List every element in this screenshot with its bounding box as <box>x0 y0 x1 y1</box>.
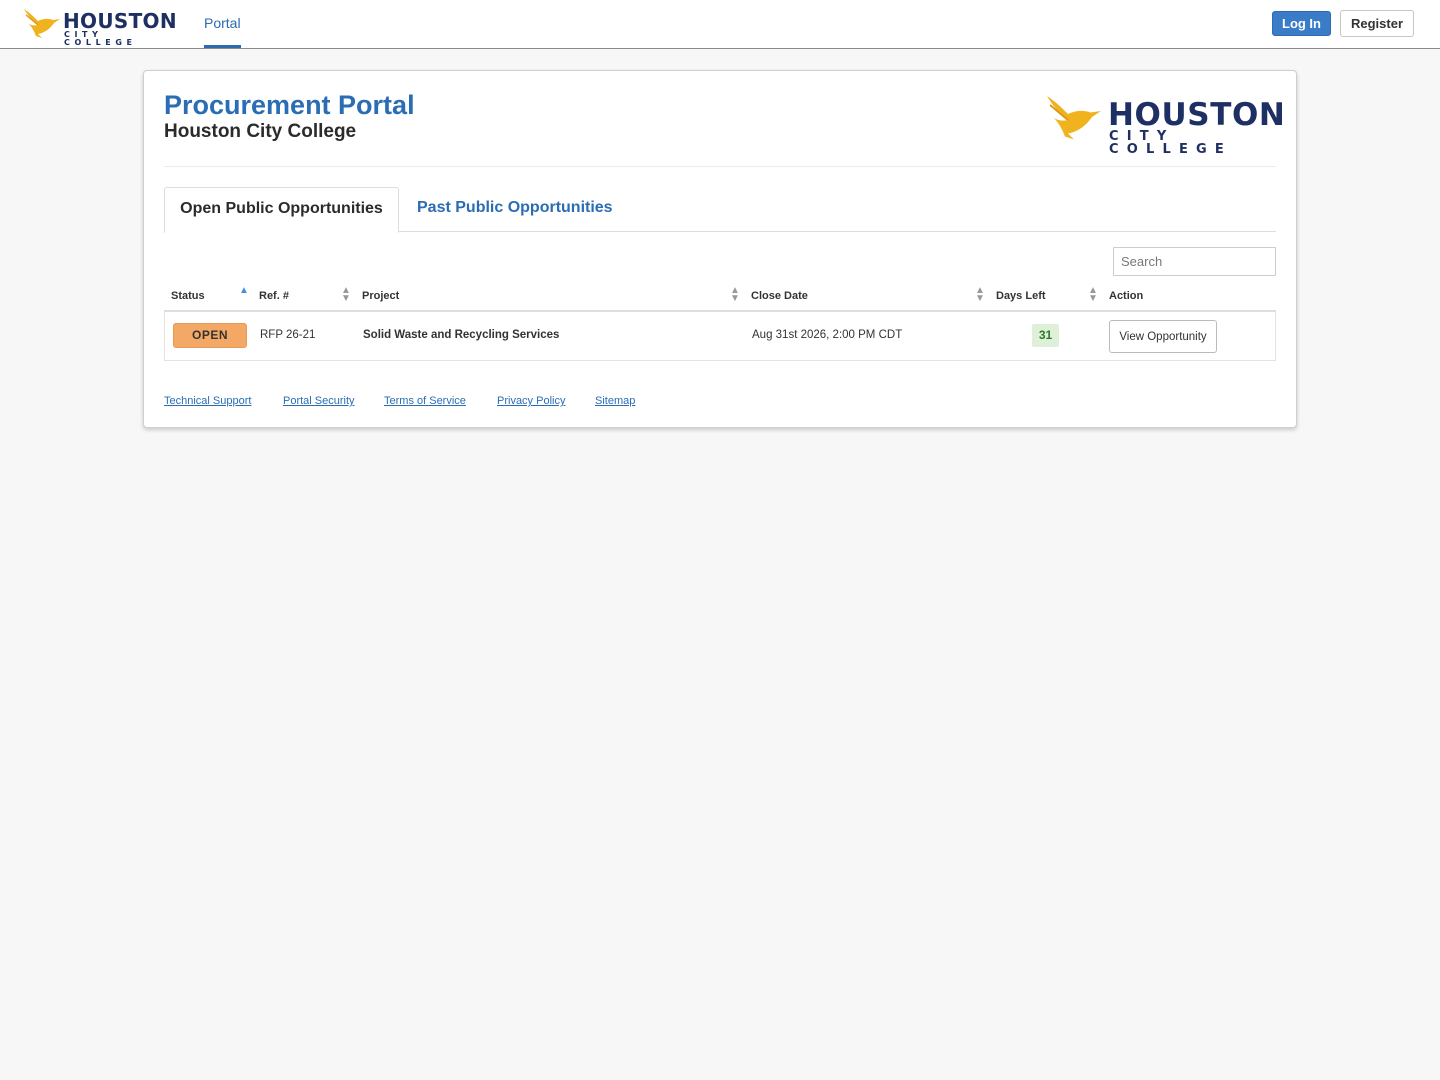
close-date: Aug 31st 2026, 2:00 PM CDT <box>752 329 903 341</box>
opportunity-tabs: Open Public Opportunities Past Public Op… <box>164 187 1276 233</box>
footer-link-portal-security[interactable]: Portal Security <box>283 395 355 407</box>
footer-link-technical-support[interactable]: Technical Support <box>164 395 251 407</box>
logo-wordmark: HOUSTON <box>1108 97 1286 133</box>
logo-subtext: CITY COLLEGE <box>64 30 137 47</box>
register-button[interactable]: Register <box>1340 10 1414 37</box>
header-logo: HOUSTON CITY COLLEGE <box>1044 91 1285 156</box>
table-header: Status ▲ Ref. # ▲ ▼ Project ▲ ▼ Close Date… <box>164 281 1276 312</box>
logo-subtext: CITY COLLEGE <box>1109 129 1232 157</box>
ref-number: RFP 26-21 <box>260 329 316 341</box>
header-divider <box>164 166 1276 167</box>
houston-city-college-logo[interactable]: HOUSTON CITY COLLEGE <box>22 7 177 47</box>
bird-logo-icon <box>24 9 60 38</box>
opportunities-table: Status ▲ Ref. # ▲ ▼ Project ▲ ▼ Close Date… <box>164 281 1276 361</box>
nav-portal-link[interactable]: Portal <box>204 0 241 48</box>
footer-link-terms-of-service[interactable]: Terms of Service <box>384 395 466 407</box>
footer-link-sitemap[interactable]: Sitemap <box>595 395 635 407</box>
login-button[interactable]: Log In <box>1272 11 1331 36</box>
sort-both-icon[interactable]: ▲ ▼ <box>730 286 740 304</box>
page-subtitle: Houston City College <box>164 121 357 142</box>
project-name: Solid Waste and Recycling Services <box>363 329 560 341</box>
column-header-days-left[interactable]: Days Left <box>996 290 1046 302</box>
view-opportunity-button[interactable]: View Opportunity <box>1109 320 1217 353</box>
column-header-close-date[interactable]: Close Date <box>751 290 808 302</box>
column-header-status[interactable]: Status <box>171 290 205 302</box>
sort-both-icon[interactable]: ▲ ▼ <box>975 286 985 304</box>
table-row: OPEN RFP 26-21 Solid Waste and Recycling… <box>164 312 1276 361</box>
page-title: Procurement Portal <box>164 90 415 120</box>
logo-wordmark: HOUSTON <box>63 9 177 33</box>
sort-both-icon[interactable]: ▲ ▼ <box>1088 286 1098 304</box>
column-header-action: Action <box>1109 290 1144 302</box>
main-card: Procurement Portal Houston City College … <box>143 70 1297 428</box>
status-badge: OPEN <box>173 323 247 348</box>
sort-ascending-icon[interactable]: ▲ <box>239 286 249 296</box>
column-header-project[interactable]: Project <box>362 290 399 302</box>
column-header-ref[interactable]: Ref. # <box>259 290 289 302</box>
tab-past-opportunities[interactable]: Past Public Opportunities <box>417 187 613 232</box>
tab-open-opportunities[interactable]: Open Public Opportunities <box>164 187 399 233</box>
sort-both-icon[interactable]: ▲ ▼ <box>341 286 351 304</box>
top-navbar: HOUSTON CITY COLLEGE Portal Log In Regis… <box>0 0 1440 49</box>
bird-logo-icon <box>1047 96 1101 140</box>
search-input[interactable] <box>1113 247 1276 276</box>
footer-link-privacy-policy[interactable]: Privacy Policy <box>497 395 565 407</box>
days-left-badge: 31 <box>1032 324 1059 347</box>
